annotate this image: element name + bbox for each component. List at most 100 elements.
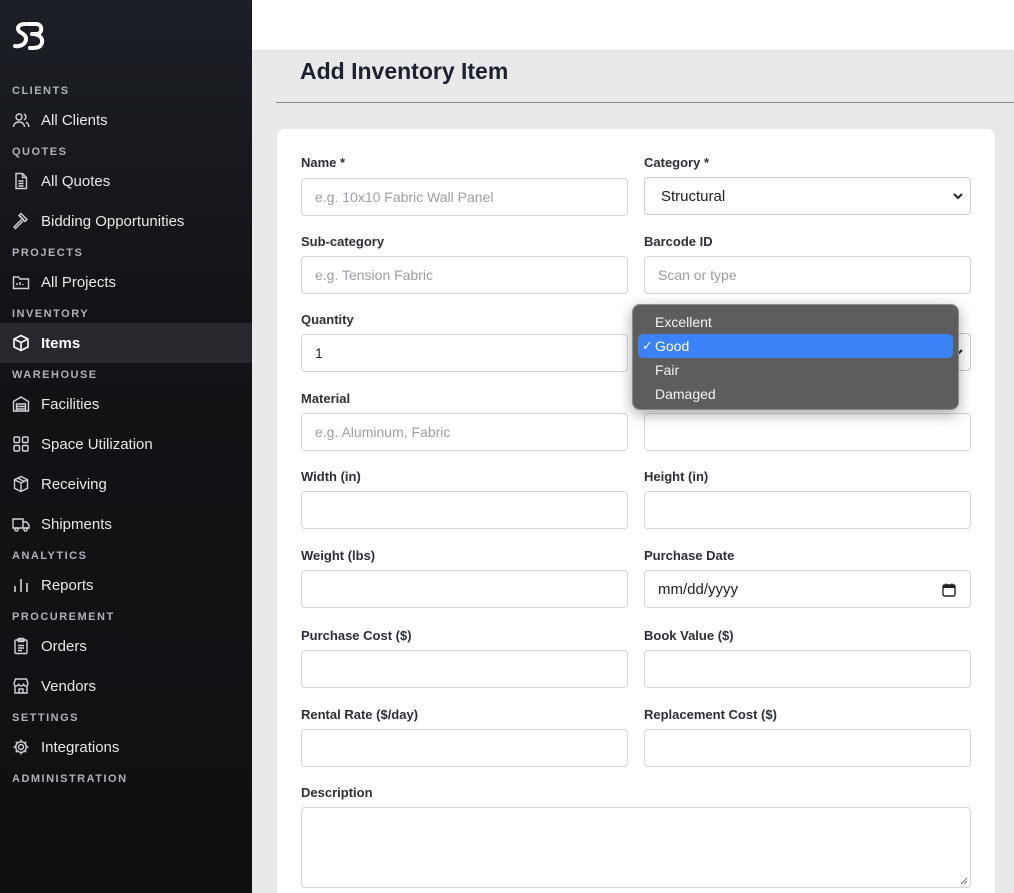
sidebar-item-label: Shipments — [41, 515, 112, 533]
option-good[interactable]: ✓ Good — [638, 334, 953, 358]
logo[interactable] — [12, 20, 46, 52]
boxes-icon — [12, 475, 30, 493]
cube-icon — [12, 334, 30, 352]
replacement-cost-input[interactable] — [644, 729, 971, 767]
users-icon — [12, 111, 30, 129]
clipboard-icon — [12, 637, 30, 655]
section-administration: ADMINISTRATION — [12, 773, 128, 785]
gavel-icon — [12, 212, 30, 230]
sidebar-item-label: All Quotes — [41, 172, 111, 190]
sidebar-item-all-projects[interactable]: All Projects — [0, 262, 252, 302]
sidebar-item-receiving[interactable]: Receiving — [0, 464, 252, 504]
width-label: Width (in) — [301, 469, 361, 484]
calendar-icon[interactable] — [942, 583, 956, 597]
store-icon — [12, 677, 30, 695]
sidebar-item-label: Bidding Opportunities — [41, 212, 185, 230]
top-bar — [252, 0, 1014, 51]
sidebar-item-label: All Clients — [41, 111, 108, 129]
description-textarea[interactable] — [301, 807, 971, 888]
name-input[interactable]: e.g. 10x10 Fabric Wall Panel — [301, 178, 628, 216]
option-excellent[interactable]: Excellent — [638, 310, 953, 334]
section-quotes: QUOTES — [12, 146, 68, 158]
rental-rate-label: Rental Rate ($/day) — [301, 707, 419, 722]
resize-grip-icon[interactable] — [959, 876, 968, 885]
quantity-input[interactable]: 1 — [301, 334, 628, 372]
gear-icon — [12, 738, 30, 756]
quantity-label: Quantity — [301, 312, 354, 327]
height-label: Height (in) — [644, 469, 709, 484]
sidebar: CLIENTS All Clients QUOTES All Quotes Bi… — [0, 0, 252, 893]
sidebar-item-all-quotes[interactable]: All Quotes — [0, 161, 252, 201]
barcode-input[interactable]: Scan or type — [644, 256, 971, 294]
height-input[interactable] — [644, 491, 971, 529]
folder-icon — [12, 273, 30, 291]
sidebar-item-reports[interactable]: Reports — [0, 565, 252, 605]
checkmark-icon: ✓ — [642, 338, 653, 353]
material-label: Material — [301, 391, 351, 406]
purchase-date-label: Purchase Date — [644, 548, 735, 563]
barcode-label: Barcode ID — [644, 234, 713, 249]
sidebar-item-label: Vendors — [41, 677, 97, 695]
option-label: Good — [655, 338, 690, 354]
section-procurement: PROCUREMENT — [12, 611, 115, 623]
section-inventory: INVENTORY — [12, 308, 90, 320]
option-fair[interactable]: Fair — [638, 358, 953, 382]
section-settings: SETTINGS — [12, 712, 80, 724]
category-select[interactable]: Structural — [644, 177, 971, 215]
weight-label: Weight (lbs) — [301, 548, 376, 563]
purchase-cost-label: Purchase Cost ($) — [301, 628, 412, 643]
book-value-input[interactable] — [644, 650, 971, 688]
sidebar-item-orders[interactable]: Orders — [0, 626, 252, 666]
section-analytics: ANALYTICS — [12, 550, 88, 562]
right-field-row4-input[interactable] — [644, 413, 971, 451]
sidebar-item-label: Integrations — [41, 738, 120, 756]
section-projects: PROJECTS — [12, 247, 84, 259]
bar-chart-icon — [12, 576, 30, 594]
sidebar-item-items[interactable]: Items — [0, 323, 252, 363]
sidebar-item-all-clients[interactable]: All Clients — [0, 100, 252, 140]
purchase-date-value: mm/dd/yyyy — [658, 580, 739, 598]
option-label: Excellent — [655, 314, 712, 330]
sidebar-item-vendors[interactable]: Vendors — [0, 666, 252, 706]
sidebar-item-label: Facilities — [41, 395, 100, 413]
truck-icon — [12, 515, 30, 533]
sidebar-item-space-utilization[interactable]: Space Utilization — [0, 424, 252, 464]
material-input[interactable]: e.g. Aluminum, Fabric — [301, 413, 628, 451]
sidebar-item-integrations[interactable]: Integrations — [0, 727, 252, 767]
sidebar-item-label: Receiving — [41, 475, 107, 493]
chevron-down-icon — [953, 193, 963, 200]
condition-dropdown-menu: Excellent ✓ Good Fair Damaged — [632, 304, 959, 410]
sidebar-item-label: Space Utilization — [41, 435, 153, 453]
replacement-cost-label: Replacement Cost ($) — [644, 707, 777, 722]
description-label: Description — [301, 785, 373, 800]
category-select-value: Structural — [661, 187, 726, 205]
option-label: Fair — [655, 362, 680, 378]
title-divider — [276, 102, 1014, 103]
option-label: Damaged — [655, 386, 716, 402]
sidebar-item-label: All Projects — [41, 273, 117, 291]
purchase-date-input[interactable]: mm/dd/yyyy — [644, 570, 971, 608]
sidebar-item-shipments[interactable]: Shipments — [0, 504, 252, 544]
category-label: Category * — [644, 155, 710, 170]
document-icon — [12, 172, 30, 190]
section-clients: CLIENTS — [12, 85, 70, 97]
grid-icon — [12, 435, 30, 453]
option-damaged[interactable]: Damaged — [638, 382, 953, 406]
width-input[interactable] — [301, 491, 628, 529]
book-value-label: Book Value ($) — [644, 628, 734, 643]
sidebar-nav: CLIENTS All Clients QUOTES All Quotes Bi… — [0, 82, 252, 788]
weight-input[interactable] — [301, 570, 628, 608]
sidebar-item-facilities[interactable]: Facilities — [0, 384, 252, 424]
warehouse-icon — [12, 395, 30, 413]
sidebar-item-label: Reports — [41, 576, 94, 594]
name-label: Name * — [301, 155, 346, 170]
rental-rate-input[interactable] — [301, 729, 628, 767]
section-warehouse: WAREHOUSE — [12, 369, 98, 381]
page-title: Add Inventory Item — [300, 58, 509, 84]
subcategory-input[interactable]: e.g. Tension Fabric — [301, 256, 628, 294]
purchase-cost-input[interactable] — [301, 650, 628, 688]
sidebar-item-label: Orders — [41, 637, 87, 655]
sidebar-item-label: Items — [41, 334, 81, 352]
subcategory-label: Sub-category — [301, 234, 385, 249]
sidebar-item-bidding-opportunities[interactable]: Bidding Opportunities — [0, 201, 252, 241]
